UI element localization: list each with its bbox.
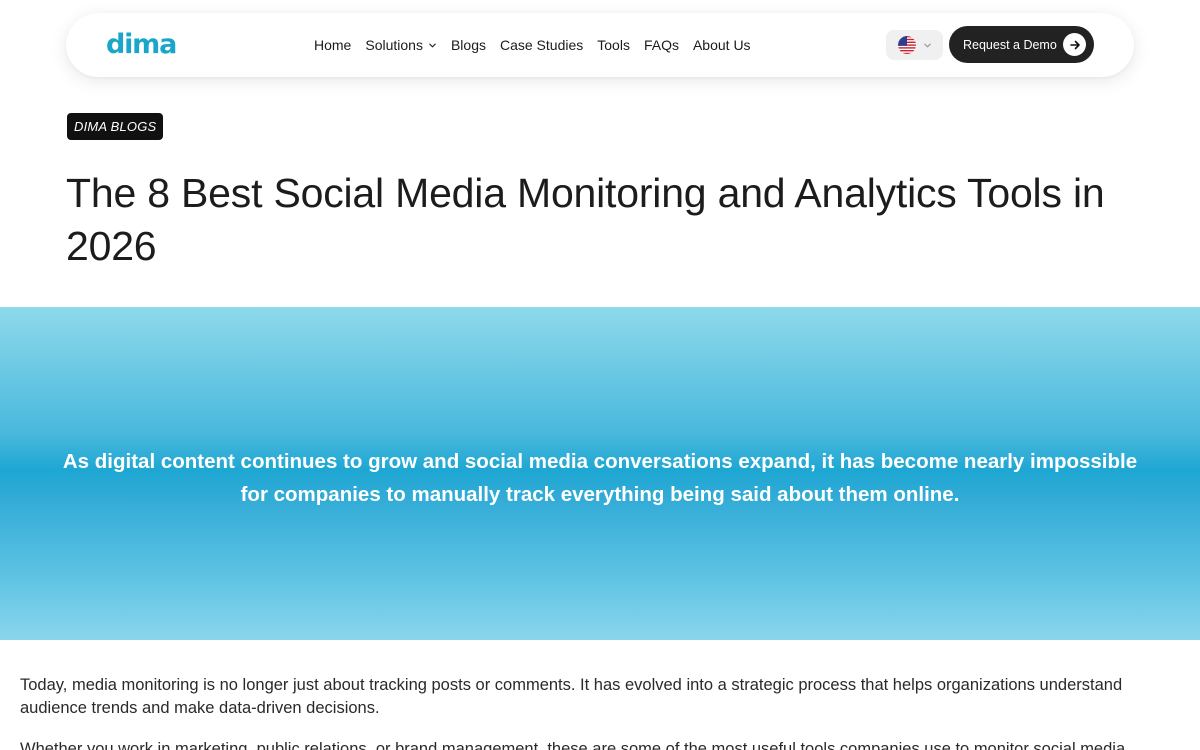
nav-link-home[interactable]: Home: [314, 37, 351, 53]
article-title: The 8 Best Social Media Monitoring and A…: [66, 170, 1105, 269]
hero-text: As digital content continues to grow and…: [62, 449, 1138, 506]
category-badge[interactable]: DIMA BLOGS: [67, 113, 164, 140]
request-demo-label: Request a Demo: [963, 37, 1057, 52]
us-flag-icon: [897, 36, 916, 54]
hero-banner: As digital content continues to grow and…: [0, 307, 1200, 640]
article-paragraph: Whether you work in marketing, public re…: [20, 740, 1126, 750]
nav-link-about-us[interactable]: About Us: [693, 37, 751, 53]
language-selector[interactable]: [886, 30, 943, 60]
arrow-right-icon: [1063, 33, 1086, 56]
top-navbar: dima Home Solutions Blogs Case Studies T…: [66, 13, 1134, 77]
request-demo-button[interactable]: Request a Demo: [949, 26, 1094, 63]
nav-link-tools[interactable]: Tools: [597, 37, 630, 53]
dima-logo[interactable]: dima: [106, 27, 177, 63]
article-paragraph: Today, media monitoring is no longer jus…: [20, 676, 1123, 717]
nav-link-solutions-label: Solutions: [365, 37, 423, 53]
nav-link-solutions[interactable]: Solutions: [365, 37, 437, 53]
chevron-down-icon: [429, 43, 436, 47]
nav-link-blogs[interactable]: Blogs: [451, 37, 486, 53]
nav-link-faqs[interactable]: FAQs: [644, 37, 679, 53]
nav-links: Home Solutions Blogs Case Studies Tools …: [314, 13, 765, 77]
nav-link-case-studies[interactable]: Case Studies: [500, 37, 583, 53]
chevron-down-icon: [923, 43, 931, 47]
